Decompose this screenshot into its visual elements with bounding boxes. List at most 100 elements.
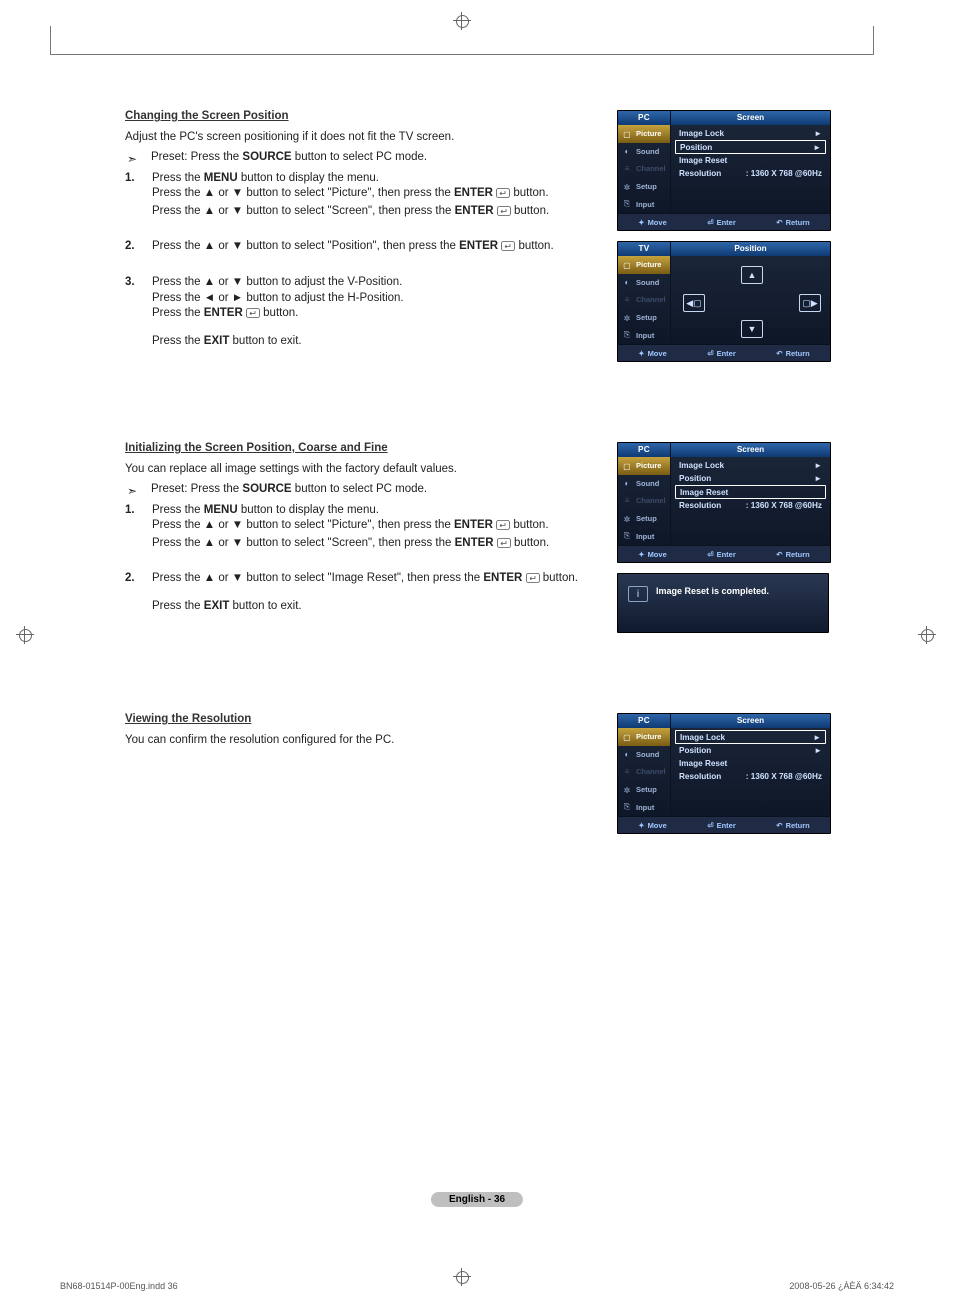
move-icon: ✦ [638, 821, 644, 830]
picture-icon: ▢ [621, 460, 633, 472]
footer-return: ↶Return [776, 349, 809, 358]
position-up-button: ▲ [741, 266, 763, 284]
crop-mark [873, 26, 874, 55]
footer-return: ↶Return [776, 218, 809, 227]
sidebar-item-setup: ✲Setup [618, 510, 670, 528]
footer-enter: ⏎Enter [707, 550, 735, 559]
sidebar-item-sound: ◐Sound [618, 475, 670, 493]
picture-icon: ▢ [621, 731, 633, 743]
row-resolution: Resolution: 1360 X 768 @60Hz [675, 770, 826, 783]
move-icon: ✦ [638, 550, 644, 559]
intro-text: You can replace all image settings with … [125, 462, 601, 477]
footer-enter: ⏎Enter [707, 218, 735, 227]
sidebar-item-sound: ◐Sound [618, 274, 670, 292]
enter-icon [526, 573, 540, 589]
osd-mode: PC [618, 111, 671, 125]
section-title: Changing the Screen Position [125, 110, 601, 122]
arrow-icon: ➣ [127, 152, 137, 166]
channel-icon: ≡ [621, 163, 633, 175]
chevron-right-icon: ► [814, 746, 822, 755]
sidebar-item-setup: ✲Setup [618, 309, 670, 327]
footer-move: ✦Move [638, 821, 666, 830]
sidebar-item-channel: ≡Channel [618, 160, 670, 178]
row-position: Position► [675, 140, 826, 154]
gear-icon: ✲ [621, 784, 633, 796]
return-icon: ↶ [776, 218, 782, 227]
sidebar-item-picture: ▢Picture [618, 125, 670, 143]
picture-icon: ▢ [621, 128, 633, 140]
sidebar-item-sound: ◐Sound [618, 746, 670, 764]
footer-return: ↶Return [776, 550, 809, 559]
crop-mark [50, 54, 873, 55]
row-position: Position► [675, 472, 826, 485]
osd-sidebar: ▢Picture ◐Sound ≡Channel ✲Setup ⎘Input [618, 728, 671, 816]
intro-text: Adjust the PC's screen positioning if it… [125, 130, 601, 145]
move-icon: ✦ [638, 218, 644, 227]
enter-icon [496, 188, 510, 204]
channel-icon: ≡ [621, 766, 633, 778]
osd-sidebar: ▢Picture ◐Sound ≡Channel ✲Setup ⎘Input [618, 125, 671, 213]
row-resolution: Resolution: 1360 X 768 @60Hz [675, 167, 826, 180]
row-image-lock: Image Lock► [675, 730, 826, 744]
osd-screen-menu: PC Screen ▢Picture ◐Sound ≡Channel ✲Setu… [617, 110, 831, 231]
chevron-right-icon: ► [814, 474, 822, 483]
sidebar-item-input: ⎘Input [618, 527, 670, 545]
sound-icon: ◐ [621, 477, 633, 489]
enter-icon [496, 520, 510, 536]
sidebar-item-setup: ✲Setup [618, 178, 670, 196]
input-icon: ⎘ [621, 329, 633, 341]
enter-icon: ⏎ [707, 550, 713, 559]
footer-move: ✦Move [638, 218, 666, 227]
sidebar-item-channel: ≡Channel [618, 291, 670, 309]
sidebar-item-input: ⎘Input [618, 798, 670, 816]
osd-screen-menu: PC Screen ▢Picture ◐Sound ≡Channel ✲Setu… [617, 713, 831, 834]
osd-title: Screen [671, 443, 830, 457]
osd-title: Position [671, 242, 830, 256]
channel-icon: ≡ [621, 495, 633, 507]
osd-popup: i Image Reset is completed. [617, 573, 829, 633]
footer-enter: ⏎Enter [707, 349, 735, 358]
return-icon: ↶ [776, 550, 782, 559]
chevron-right-icon: ► [813, 143, 821, 152]
sidebar-item-picture: ▢Picture [618, 256, 670, 274]
return-icon: ↶ [776, 349, 782, 358]
channel-icon: ≡ [621, 294, 633, 306]
gear-icon: ✲ [621, 513, 633, 525]
input-icon: ⎘ [621, 530, 633, 542]
footer-move: ✦Move [638, 349, 666, 358]
step-3: 3. Press the ▲ or ▼ button to adjust the… [125, 275, 601, 349]
row-image-lock: Image Lock► [675, 127, 826, 140]
osd-sidebar: ▢Picture ◐Sound ≡Channel ✲Setup ⎘Input [618, 457, 671, 545]
sound-icon: ◐ [621, 748, 633, 760]
popup-text: Image Reset is completed. [656, 586, 769, 596]
sidebar-item-sound: ◐Sound [618, 143, 670, 161]
enter-icon [246, 308, 260, 324]
registration-mark-icon [918, 626, 936, 644]
enter-icon: ⏎ [707, 821, 713, 830]
row-image-lock: Image Lock► [675, 459, 826, 472]
footer-enter: ⏎Enter [707, 821, 735, 830]
section-title: Initializing the Screen Position, Coarse… [125, 442, 601, 454]
crop-mark [50, 26, 51, 55]
sidebar-item-picture: ▢Picture [618, 457, 670, 475]
row-image-reset: Image Reset [675, 485, 826, 499]
osd-position-menu: TV Position ▢Picture ◐Sound ≡Channel ✲Se… [617, 241, 831, 362]
enter-icon: ⏎ [707, 349, 713, 358]
enter-icon [501, 241, 515, 257]
picture-icon: ▢ [621, 259, 633, 271]
sidebar-item-input: ⎘Input [618, 326, 670, 344]
return-icon: ↶ [776, 821, 782, 830]
step-1: 1. Press the MENU button to display the … [125, 171, 601, 222]
chevron-right-icon: ► [814, 129, 822, 138]
sidebar-item-channel: ≡Channel [618, 763, 670, 781]
osd-mode: PC [618, 714, 671, 728]
row-image-reset: Image Reset [675, 757, 826, 770]
footer-move: ✦Move [638, 550, 666, 559]
preset-line: ➣ Preset: Press the SOURCE button to sel… [125, 483, 601, 495]
preset-line: ➣ Preset: Press the SOURCE button to sel… [125, 151, 601, 163]
move-icon: ✦ [638, 349, 644, 358]
sidebar-item-setup: ✲Setup [618, 781, 670, 799]
osd-mode: TV [618, 242, 671, 256]
row-resolution: Resolution: 1360 X 768 @60Hz [675, 499, 826, 512]
document-footer: BN68-01514P-00Eng.indd 36 2008-05-26 ¿ÀÈ… [60, 1281, 894, 1291]
